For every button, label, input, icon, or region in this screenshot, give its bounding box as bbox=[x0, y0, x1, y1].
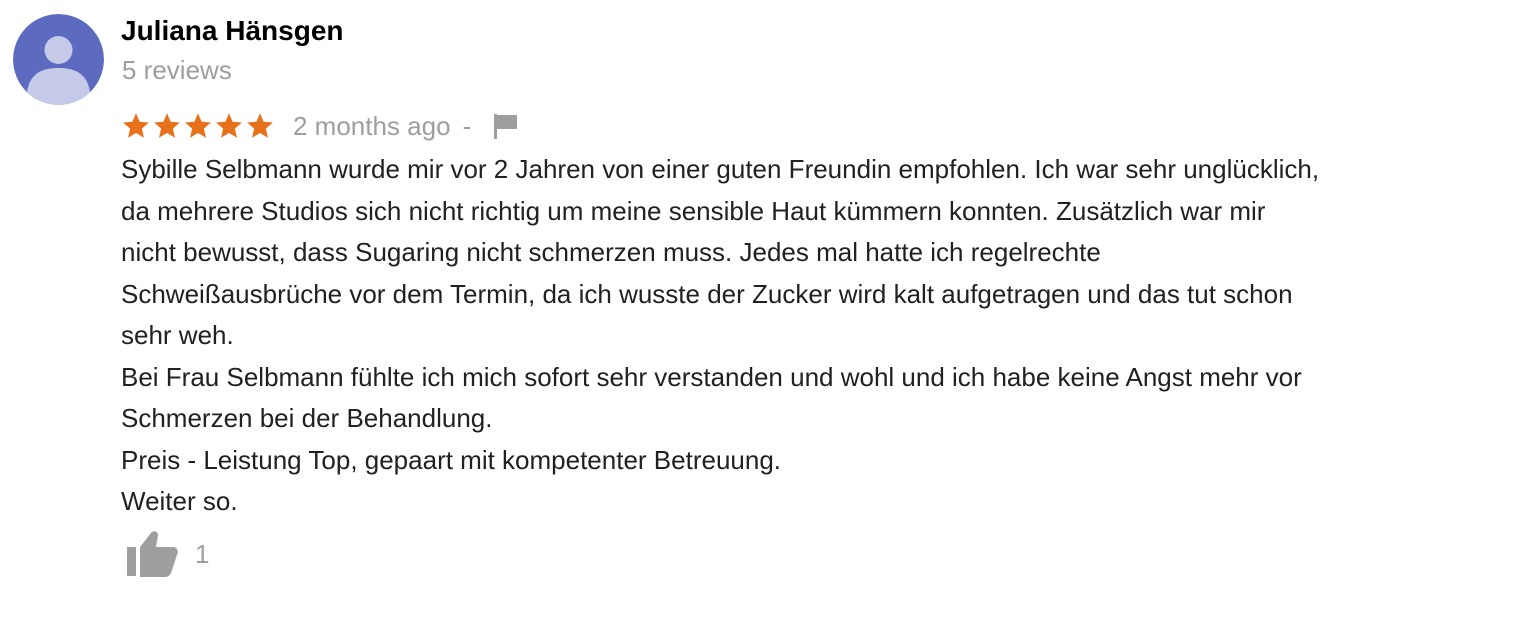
avatar-head bbox=[44, 36, 73, 64]
thumb-cuff bbox=[127, 547, 136, 576]
review-text-line: Sybille Selbmann wurde mir vor 2 Jahren … bbox=[121, 154, 1320, 184]
flag-icon bbox=[494, 114, 518, 139]
star-icon bbox=[123, 113, 149, 138]
thumbs-up-icon bbox=[127, 531, 178, 577]
review-text-line: Weiter so. bbox=[121, 486, 238, 516]
star-shape bbox=[154, 113, 180, 138]
review-card: Juliana Hänsgen 5 reviews 2 months ago -… bbox=[0, 0, 1513, 620]
thumb-hand bbox=[140, 531, 178, 577]
star-icon bbox=[216, 113, 242, 138]
like-button[interactable] bbox=[124, 528, 180, 580]
star-rating bbox=[121, 111, 275, 141]
review-text-line: Schweißausbrüche vor dem Termin, da ich … bbox=[121, 278, 1293, 309]
flag-review-button[interactable] bbox=[491, 112, 519, 140]
flag-pole bbox=[494, 114, 498, 139]
review-text-line: nicht bewusst, dass Sugaring nicht schme… bbox=[121, 237, 1101, 267]
review-date: 2 months ago bbox=[293, 111, 451, 141]
star-icon bbox=[154, 113, 180, 138]
star-shape bbox=[216, 113, 242, 138]
review-text-line: Schmerzen bei der Behandlung. bbox=[121, 403, 493, 433]
review-text-line: Preis - Leistung Top, gepaart mit kompet… bbox=[121, 444, 782, 475]
star-icon bbox=[247, 113, 273, 138]
like-count: 1 bbox=[195, 539, 210, 569]
review-text-line: Bei Frau Selbmann fühlte ich mich sofort… bbox=[121, 361, 1302, 392]
star-shape bbox=[123, 113, 149, 138]
meta-separator: - bbox=[462, 111, 472, 141]
star-shape bbox=[247, 113, 273, 138]
person-silhouette-icon bbox=[13, 14, 104, 105]
avatar[interactable] bbox=[13, 14, 104, 105]
author-name[interactable]: Juliana Hänsgen bbox=[121, 13, 344, 49]
review-meta: 2 months ago - bbox=[121, 106, 519, 146]
star-icon bbox=[185, 113, 211, 138]
star-shape bbox=[185, 113, 211, 138]
review-text-line: sehr weh. bbox=[121, 320, 234, 350]
review-text-line: da mehrere Studios sich nicht richtig um… bbox=[121, 195, 1266, 226]
review-text: Sybille Selbmann wurde mir vor 2 Jahren … bbox=[121, 149, 1511, 523]
flag-cloth bbox=[497, 115, 518, 129]
like-row: 1 bbox=[124, 528, 209, 580]
review-count[interactable]: 5 reviews bbox=[122, 53, 232, 87]
